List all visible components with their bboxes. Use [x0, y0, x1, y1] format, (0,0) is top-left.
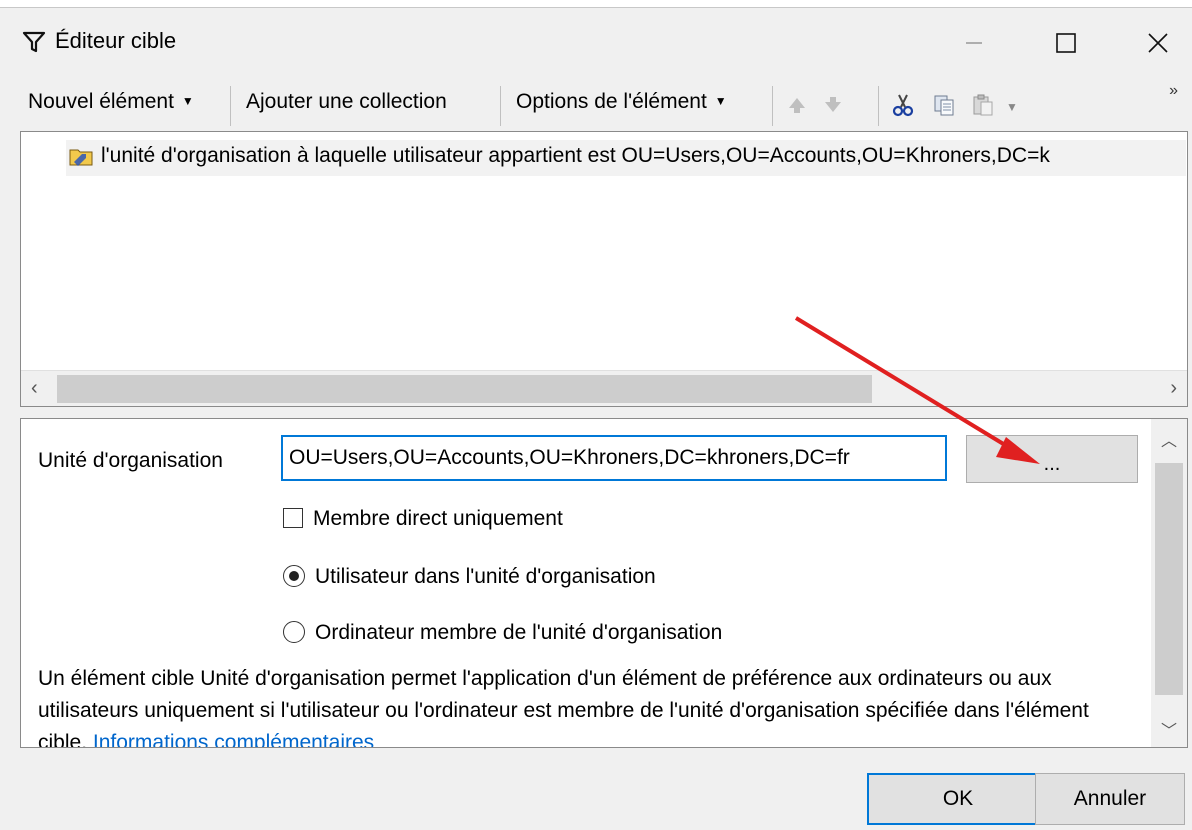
window-title: Éditeur cible [55, 28, 177, 53]
list-item-label: l'unité d'organisation à laquelle utilis… [101, 144, 1050, 167]
maximize-button[interactable] [1036, 20, 1096, 66]
toolbar: Nouvel élément ▼ Ajouter une collection O… [20, 82, 1188, 130]
ou-item-icon [69, 149, 93, 166]
new-item-dropdown[interactable]: Nouvel élément ▼ [28, 90, 194, 114]
scroll-up-icon[interactable]: ︿ [1161, 427, 1177, 451]
cancel-button[interactable]: Annuler [1035, 773, 1185, 825]
chevron-down-icon[interactable]: ▼ [1006, 100, 1018, 114]
toolbar-separator [772, 86, 773, 126]
more-info-link[interactable]: Informations complémentaires [93, 731, 374, 747]
description-text: Un élément cible Unité d'organisation pe… [38, 663, 1138, 747]
radio-selected[interactable] [283, 565, 305, 587]
item-options-dropdown[interactable]: Options de l'élément ▼ [516, 90, 727, 114]
chevron-down-icon: ▼ [714, 94, 727, 108]
horizontal-scrollbar[interactable]: ‹ › [21, 370, 1187, 406]
minimize-icon [966, 42, 982, 44]
direct-member-label: Membre direct uniquement [313, 507, 563, 530]
cut-icon[interactable] [890, 92, 916, 118]
scroll-down-icon[interactable]: ﹀ [1161, 717, 1177, 741]
move-up-icon[interactable] [784, 92, 810, 118]
chevron-down-icon: ▼ [181, 94, 194, 108]
scroll-thumb[interactable] [1155, 463, 1183, 695]
paste-icon[interactable] [970, 92, 996, 118]
toolbar-separator [500, 86, 501, 126]
target-item-list: l'unité d'organisation à laquelle utilis… [20, 131, 1188, 407]
scroll-thumb[interactable] [57, 375, 872, 403]
scroll-left-icon[interactable]: ‹ [31, 377, 38, 400]
add-collection-button[interactable]: Ajouter une collection [246, 90, 447, 114]
scroll-right-icon[interactable]: › [1170, 377, 1177, 400]
copy-icon[interactable] [932, 92, 958, 118]
ok-button[interactable]: OK [867, 773, 1049, 825]
user-in-ou-label: Utilisateur dans l'unité d'organisation [315, 565, 656, 588]
computer-in-ou-label: Ordinateur membre de l'unité d'organisat… [315, 621, 723, 644]
close-icon [1148, 33, 1168, 53]
maximize-icon [1056, 33, 1076, 53]
close-button[interactable] [1128, 20, 1188, 66]
computer-in-ou-radio[interactable]: Ordinateur membre de l'unité d'organisat… [283, 621, 722, 645]
add-collection-label: Ajouter une collection [246, 90, 447, 113]
move-down-icon[interactable] [820, 92, 846, 118]
vertical-scrollbar[interactable]: ︿ ﹀ [1151, 419, 1187, 747]
filter-icon [22, 31, 46, 53]
title-bar: Éditeur cible [0, 8, 1192, 72]
minimize-button[interactable] [944, 20, 1004, 66]
item-options-label: Options de l'élément [516, 90, 707, 113]
user-in-ou-radio[interactable]: Utilisateur dans l'unité d'organisation [283, 565, 656, 589]
ou-field[interactable] [281, 435, 947, 481]
toolbar-separator [230, 86, 231, 126]
browse-button[interactable]: ... [966, 435, 1138, 483]
new-item-label: Nouvel élément [28, 90, 174, 113]
radio-unselected[interactable] [283, 621, 305, 643]
direct-member-checkbox[interactable]: Membre direct uniquement [283, 507, 563, 531]
checkbox-box[interactable] [283, 508, 303, 528]
properties-panel: Unité d'organisation ... Membre direct u… [20, 418, 1188, 748]
toolbar-overflow[interactable]: » [1169, 82, 1178, 100]
top-edge [0, 0, 1192, 8]
toolbar-separator [878, 86, 879, 126]
ou-label: Unité d'organisation [38, 449, 223, 472]
